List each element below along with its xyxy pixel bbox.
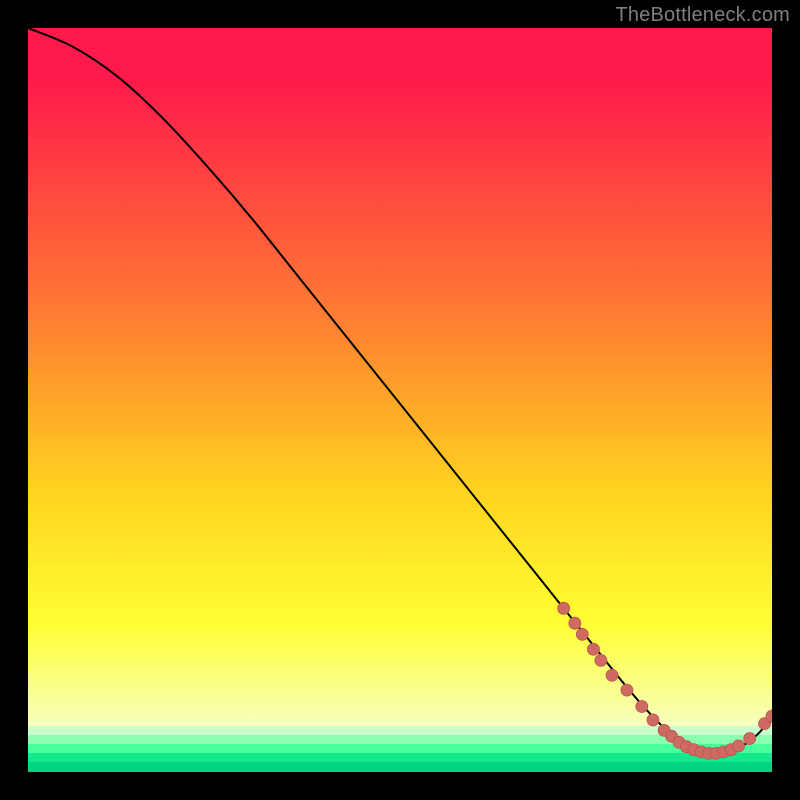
data-marker	[636, 701, 648, 713]
chart-overlay	[28, 28, 772, 772]
data-marker	[744, 733, 756, 745]
marker-group	[558, 602, 772, 759]
bottleneck-curve	[28, 28, 772, 754]
data-marker	[733, 740, 745, 752]
attribution-text: TheBottleneck.com	[615, 4, 790, 27]
data-marker	[569, 617, 581, 629]
data-marker	[606, 669, 618, 681]
data-marker	[558, 602, 570, 614]
data-marker	[621, 684, 633, 696]
chart-stage: TheBottleneck.com	[0, 0, 800, 800]
plot-area	[28, 28, 772, 772]
data-marker	[647, 714, 659, 726]
data-marker	[587, 643, 599, 655]
data-marker	[576, 628, 588, 640]
data-marker	[595, 654, 607, 666]
